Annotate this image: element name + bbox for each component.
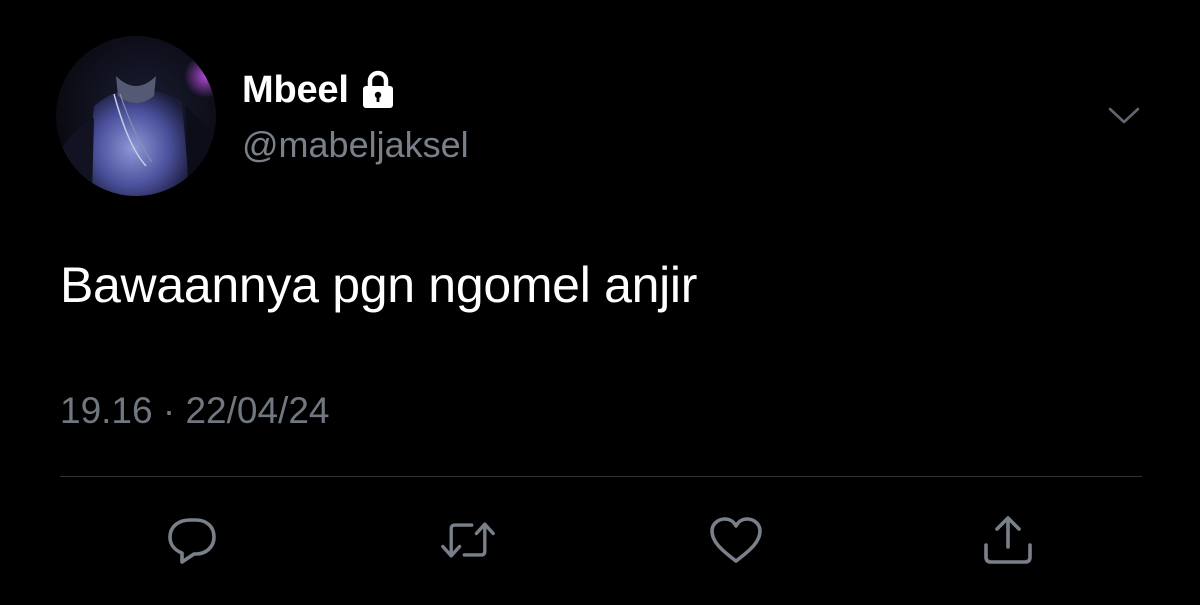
retweet-icon bbox=[441, 522, 495, 558]
avatar-image bbox=[56, 36, 216, 196]
reply-icon bbox=[168, 518, 216, 564]
like-button[interactable] bbox=[708, 512, 764, 568]
reply-button[interactable] bbox=[164, 512, 220, 568]
tweet-text: Bawaannya pgn ngomel anjir bbox=[60, 257, 698, 313]
divider bbox=[60, 476, 1142, 477]
share-button[interactable] bbox=[980, 512, 1036, 568]
display-name-row: Mbeel bbox=[242, 66, 395, 114]
heart-icon bbox=[710, 517, 762, 563]
tweet-timestamp[interactable]: 19.16 · 22/04/24 bbox=[60, 390, 330, 432]
share-icon bbox=[984, 516, 1032, 564]
tweet-detail: Mbeel @mabeljaksel Bawaannya pgn ngomel … bbox=[0, 0, 1200, 605]
display-name[interactable]: Mbeel bbox=[242, 69, 349, 112]
avatar[interactable] bbox=[56, 36, 216, 196]
retweet-button[interactable] bbox=[440, 512, 496, 568]
chevron-down-icon bbox=[1108, 107, 1140, 124]
more-options-button[interactable] bbox=[1104, 100, 1144, 132]
user-handle[interactable]: @mabeljaksel bbox=[242, 124, 469, 166]
lock-icon bbox=[361, 70, 395, 110]
